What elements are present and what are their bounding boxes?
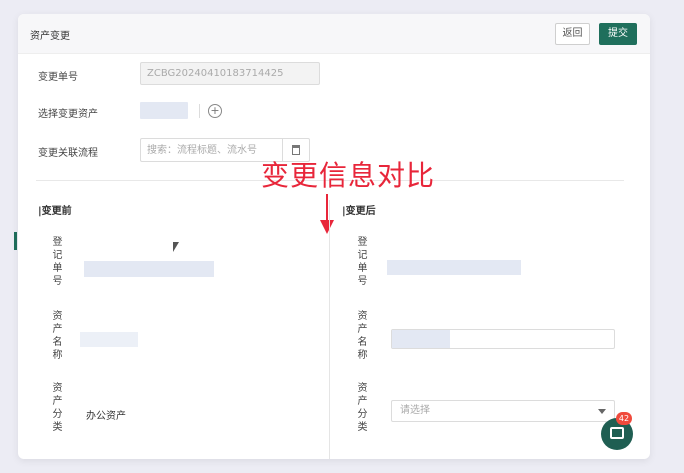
chat-badge: 42	[616, 412, 632, 425]
select-asset-label: 选择变更资产	[38, 109, 98, 120]
change-number-label: 变更单号	[38, 72, 78, 83]
annotation-text: 变更信息对比	[261, 159, 436, 192]
submit-button[interactable]: 提交	[599, 23, 637, 45]
before-asset-name-label: 资产名称	[50, 310, 61, 362]
chevron-down-icon	[598, 409, 606, 414]
back-button[interactable]: 返回	[555, 23, 590, 45]
page-title: 资产变更	[30, 31, 70, 42]
after-asset-name-value	[392, 330, 450, 348]
change-number-field: ZCBG20240410183714425	[140, 62, 320, 85]
before-asset-category-value: 办公资产	[86, 411, 126, 422]
asset-change-card: 资产变更 返回 提交 变更单号 ZCBG20240410183714425 选择…	[18, 14, 650, 459]
selected-asset-chip[interactable]	[140, 102, 188, 119]
select-placeholder: 请选择	[400, 405, 430, 416]
before-register-no-value	[84, 261, 214, 277]
after-section-title: |变更后	[342, 206, 376, 217]
chat-icon	[610, 427, 624, 439]
before-section-title: |变更前	[38, 206, 72, 217]
annotation-arrow-head	[320, 220, 334, 234]
mouse-cursor-icon	[173, 242, 179, 252]
after-asset-name-field[interactable]	[391, 329, 615, 349]
side-panel-tab[interactable]	[14, 232, 17, 250]
separator	[199, 104, 200, 118]
before-asset-name-value	[80, 332, 138, 347]
after-register-no-value	[387, 260, 521, 275]
before-asset-category-label: 资产分类	[50, 382, 61, 434]
after-register-no-label: 登记单号	[355, 236, 366, 288]
plus-circle-icon[interactable]: +	[208, 104, 222, 118]
workflow-label: 变更关联流程	[38, 148, 98, 159]
after-asset-name-label: 资产名称	[355, 310, 366, 362]
before-register-no-label: 登记单号	[50, 236, 61, 288]
compare-divider	[329, 200, 330, 459]
after-asset-category-select[interactable]: 请选择	[391, 400, 615, 422]
after-asset-category-label: 资产分类	[355, 382, 366, 434]
annotation-arrow	[326, 194, 328, 222]
card-header: 资产变更 返回 提交	[18, 14, 650, 54]
